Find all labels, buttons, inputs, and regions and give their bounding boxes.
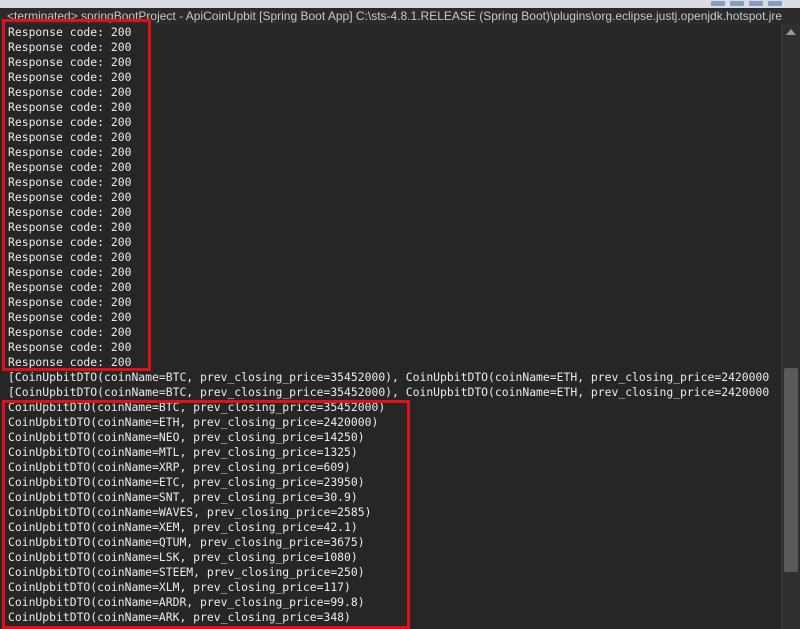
toolbar-icon[interactable] <box>768 1 782 6</box>
console-line: Response code: 200 <box>8 130 132 144</box>
console-line: CoinUpbitDTO(coinName=ARDR, prev_closing… <box>8 595 365 609</box>
toolbar-icon[interactable] <box>711 1 725 6</box>
console-line: CoinUpbitDTO(coinName=XLM, prev_closing_… <box>8 580 351 594</box>
console-line: CoinUpbitDTO(coinName=STEEM, prev_closin… <box>8 565 365 579</box>
console-line: Response code: 200 <box>8 25 132 39</box>
console-line: Response code: 200 <box>8 250 132 264</box>
toolbar-icon[interactable] <box>730 1 744 6</box>
console-line: Response code: 200 <box>8 325 132 339</box>
console-line: CoinUpbitDTO(coinName=SNT, prev_closing_… <box>8 490 358 504</box>
console-line: CoinUpbitDTO(coinName=ETH, prev_closing_… <box>8 415 379 429</box>
console-line: Response code: 200 <box>8 160 132 174</box>
console-line: CoinUpbitDTO(coinName=WAVES, prev_closin… <box>8 505 372 519</box>
console-line: Response code: 200 <box>8 340 132 354</box>
console-line: Response code: 200 <box>8 295 132 309</box>
console-line: Response code: 200 <box>8 55 132 69</box>
console-line: Response code: 200 <box>8 70 132 84</box>
console-line: Response code: 200 <box>8 85 132 99</box>
console-line: CoinUpbitDTO(coinName=BTC, prev_closing_… <box>8 400 386 414</box>
scroll-up-arrow-icon[interactable] <box>786 29 796 35</box>
console-line: Response code: 200 <box>8 190 132 204</box>
console-line: Response code: 200 <box>8 115 132 129</box>
console-line: Response code: 200 <box>8 100 132 114</box>
console-line: Response code: 200 <box>8 235 132 249</box>
console-line: CoinUpbitDTO(coinName=ETC, prev_closing_… <box>8 475 365 489</box>
console-line: Response code: 200 <box>8 40 132 54</box>
console-line: CoinUpbitDTO(coinName=NEO, prev_closing_… <box>8 430 365 444</box>
desktop-top-strip <box>0 0 800 8</box>
console-title: <terminated> springBootProject - ApiCoin… <box>0 8 800 24</box>
console-line: Response code: 200 <box>8 265 132 279</box>
console-line: [CoinUpbitDTO(coinName=BTC, prev_closing… <box>8 370 770 384</box>
console-line: Response code: 200 <box>8 175 132 189</box>
console-line: CoinUpbitDTO(coinName=MTL, prev_closing_… <box>8 445 358 459</box>
console-line: Response code: 200 <box>8 310 132 324</box>
console-line: CoinUpbitDTO(coinName=XRP, prev_closing_… <box>8 460 351 474</box>
console-line: CoinUpbitDTO(coinName=ARK, prev_closing_… <box>8 610 351 624</box>
toolbar-icons <box>711 1 782 7</box>
console-line: Response code: 200 <box>8 355 132 369</box>
console-line: [CoinUpbitDTO(coinName=BTC, prev_closing… <box>8 385 770 399</box>
console-line: CoinUpbitDTO(coinName=LSK, prev_closing_… <box>8 550 358 564</box>
console-line: Response code: 200 <box>8 205 132 219</box>
console-line: Response code: 200 <box>8 280 132 294</box>
console-line: Response code: 200 <box>8 220 132 234</box>
console-line: CoinUpbitDTO(coinName=QTUM, prev_closing… <box>8 535 365 549</box>
console-output[interactable]: Response code: 200 Response code: 200 Resp… <box>0 24 781 629</box>
scrollbar-thumb[interactable] <box>784 368 798 572</box>
vertical-scrollbar[interactable] <box>781 24 800 629</box>
toolbar-icon[interactable] <box>749 1 763 6</box>
console-line: CoinUpbitDTO(coinName=XEM, prev_closing_… <box>8 520 358 534</box>
console-line: Response code: 200 <box>8 145 132 159</box>
